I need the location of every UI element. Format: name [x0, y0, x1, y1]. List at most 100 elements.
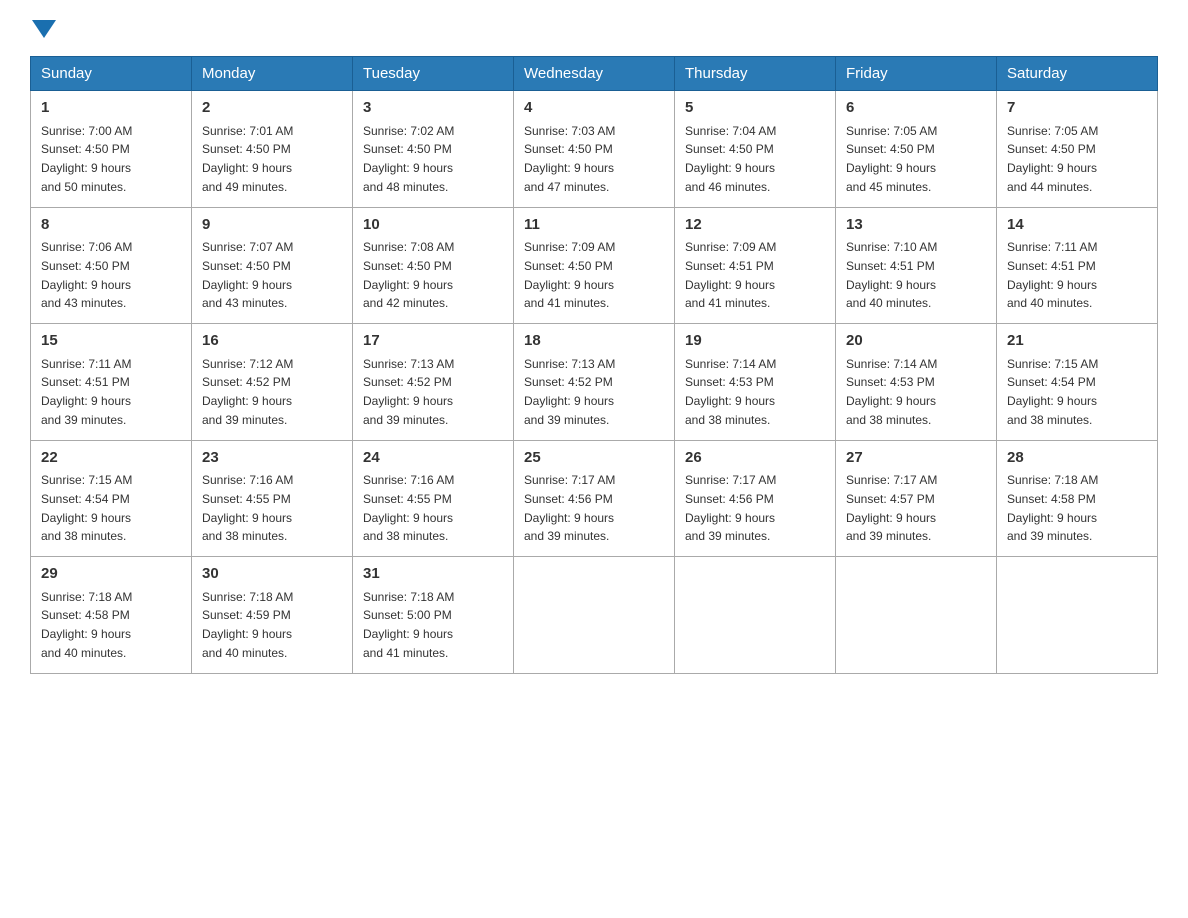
day-number: 6: [846, 97, 986, 120]
day-info: Sunrise: 7:14 AMSunset: 4:53 PMDaylight:…: [846, 357, 937, 427]
calendar-cell: 24 Sunrise: 7:16 AMSunset: 4:55 PMDaylig…: [353, 440, 514, 557]
calendar-cell: 16 Sunrise: 7:12 AMSunset: 4:52 PMDaylig…: [192, 324, 353, 441]
calendar-cell: 8 Sunrise: 7:06 AMSunset: 4:50 PMDayligh…: [31, 207, 192, 324]
day-number: 15: [41, 330, 181, 353]
day-number: 10: [363, 214, 503, 237]
calendar-cell: 30 Sunrise: 7:18 AMSunset: 4:59 PMDaylig…: [192, 557, 353, 674]
calendar-week-4: 22 Sunrise: 7:15 AMSunset: 4:54 PMDaylig…: [31, 440, 1158, 557]
weekday-header-row: SundayMondayTuesdayWednesdayThursdayFrid…: [31, 57, 1158, 91]
weekday-header-monday: Monday: [192, 57, 353, 91]
day-info: Sunrise: 7:11 AMSunset: 4:51 PMDaylight:…: [41, 357, 132, 427]
logo-triangle-icon: [32, 20, 56, 38]
calendar-cell: [836, 557, 997, 674]
calendar-table: SundayMondayTuesdayWednesdayThursdayFrid…: [30, 56, 1158, 674]
day-info: Sunrise: 7:13 AMSunset: 4:52 PMDaylight:…: [524, 357, 615, 427]
day-info: Sunrise: 7:07 AMSunset: 4:50 PMDaylight:…: [202, 240, 293, 310]
day-number: 30: [202, 563, 342, 586]
day-number: 17: [363, 330, 503, 353]
day-number: 8: [41, 214, 181, 237]
day-number: 23: [202, 447, 342, 470]
day-number: 1: [41, 97, 181, 120]
day-info: Sunrise: 7:01 AMSunset: 4:50 PMDaylight:…: [202, 124, 293, 194]
day-info: Sunrise: 7:05 AMSunset: 4:50 PMDaylight:…: [846, 124, 937, 194]
calendar-cell: 6 Sunrise: 7:05 AMSunset: 4:50 PMDayligh…: [836, 91, 997, 208]
calendar-week-1: 1 Sunrise: 7:00 AMSunset: 4:50 PMDayligh…: [31, 91, 1158, 208]
weekday-header-sunday: Sunday: [31, 57, 192, 91]
day-number: 21: [1007, 330, 1147, 353]
day-info: Sunrise: 7:18 AMSunset: 5:00 PMDaylight:…: [363, 590, 454, 660]
page-header: [30, 20, 1158, 38]
day-info: Sunrise: 7:10 AMSunset: 4:51 PMDaylight:…: [846, 240, 937, 310]
calendar-cell: 2 Sunrise: 7:01 AMSunset: 4:50 PMDayligh…: [192, 91, 353, 208]
day-info: Sunrise: 7:18 AMSunset: 4:58 PMDaylight:…: [41, 590, 132, 660]
calendar-cell: 15 Sunrise: 7:11 AMSunset: 4:51 PMDaylig…: [31, 324, 192, 441]
calendar-cell: 13 Sunrise: 7:10 AMSunset: 4:51 PMDaylig…: [836, 207, 997, 324]
calendar-week-5: 29 Sunrise: 7:18 AMSunset: 4:58 PMDaylig…: [31, 557, 1158, 674]
weekday-header-friday: Friday: [836, 57, 997, 91]
day-number: 16: [202, 330, 342, 353]
calendar-week-3: 15 Sunrise: 7:11 AMSunset: 4:51 PMDaylig…: [31, 324, 1158, 441]
day-info: Sunrise: 7:15 AMSunset: 4:54 PMDaylight:…: [1007, 357, 1098, 427]
day-info: Sunrise: 7:17 AMSunset: 4:56 PMDaylight:…: [524, 473, 615, 543]
day-info: Sunrise: 7:08 AMSunset: 4:50 PMDaylight:…: [363, 240, 454, 310]
calendar-cell: 9 Sunrise: 7:07 AMSunset: 4:50 PMDayligh…: [192, 207, 353, 324]
calendar-cell: 10 Sunrise: 7:08 AMSunset: 4:50 PMDaylig…: [353, 207, 514, 324]
calendar-cell: 18 Sunrise: 7:13 AMSunset: 4:52 PMDaylig…: [514, 324, 675, 441]
day-number: 3: [363, 97, 503, 120]
calendar-cell: 21 Sunrise: 7:15 AMSunset: 4:54 PMDaylig…: [997, 324, 1158, 441]
calendar-cell: 17 Sunrise: 7:13 AMSunset: 4:52 PMDaylig…: [353, 324, 514, 441]
day-info: Sunrise: 7:15 AMSunset: 4:54 PMDaylight:…: [41, 473, 132, 543]
calendar-cell: 14 Sunrise: 7:11 AMSunset: 4:51 PMDaylig…: [997, 207, 1158, 324]
calendar-cell: 12 Sunrise: 7:09 AMSunset: 4:51 PMDaylig…: [675, 207, 836, 324]
day-number: 2: [202, 97, 342, 120]
day-number: 18: [524, 330, 664, 353]
calendar-cell: [514, 557, 675, 674]
day-number: 4: [524, 97, 664, 120]
day-info: Sunrise: 7:13 AMSunset: 4:52 PMDaylight:…: [363, 357, 454, 427]
day-info: Sunrise: 7:14 AMSunset: 4:53 PMDaylight:…: [685, 357, 776, 427]
day-info: Sunrise: 7:17 AMSunset: 4:56 PMDaylight:…: [685, 473, 776, 543]
calendar-week-2: 8 Sunrise: 7:06 AMSunset: 4:50 PMDayligh…: [31, 207, 1158, 324]
logo: [30, 20, 58, 38]
day-number: 27: [846, 447, 986, 470]
calendar-cell: 29 Sunrise: 7:18 AMSunset: 4:58 PMDaylig…: [31, 557, 192, 674]
day-number: 29: [41, 563, 181, 586]
day-number: 25: [524, 447, 664, 470]
day-info: Sunrise: 7:03 AMSunset: 4:50 PMDaylight:…: [524, 124, 615, 194]
day-info: Sunrise: 7:11 AMSunset: 4:51 PMDaylight:…: [1007, 240, 1098, 310]
day-number: 28: [1007, 447, 1147, 470]
day-info: Sunrise: 7:12 AMSunset: 4:52 PMDaylight:…: [202, 357, 293, 427]
calendar-cell: 28 Sunrise: 7:18 AMSunset: 4:58 PMDaylig…: [997, 440, 1158, 557]
day-number: 9: [202, 214, 342, 237]
day-info: Sunrise: 7:18 AMSunset: 4:58 PMDaylight:…: [1007, 473, 1098, 543]
calendar-cell: 7 Sunrise: 7:05 AMSunset: 4:50 PMDayligh…: [997, 91, 1158, 208]
day-info: Sunrise: 7:05 AMSunset: 4:50 PMDaylight:…: [1007, 124, 1098, 194]
calendar-cell: 22 Sunrise: 7:15 AMSunset: 4:54 PMDaylig…: [31, 440, 192, 557]
calendar-cell: 23 Sunrise: 7:16 AMSunset: 4:55 PMDaylig…: [192, 440, 353, 557]
day-info: Sunrise: 7:17 AMSunset: 4:57 PMDaylight:…: [846, 473, 937, 543]
calendar-cell: 4 Sunrise: 7:03 AMSunset: 4:50 PMDayligh…: [514, 91, 675, 208]
calendar-cell: 11 Sunrise: 7:09 AMSunset: 4:50 PMDaylig…: [514, 207, 675, 324]
calendar-cell: [997, 557, 1158, 674]
day-number: 12: [685, 214, 825, 237]
day-info: Sunrise: 7:00 AMSunset: 4:50 PMDaylight:…: [41, 124, 132, 194]
day-info: Sunrise: 7:09 AMSunset: 4:51 PMDaylight:…: [685, 240, 776, 310]
day-number: 5: [685, 97, 825, 120]
day-info: Sunrise: 7:16 AMSunset: 4:55 PMDaylight:…: [202, 473, 293, 543]
day-info: Sunrise: 7:06 AMSunset: 4:50 PMDaylight:…: [41, 240, 132, 310]
weekday-header-saturday: Saturday: [997, 57, 1158, 91]
calendar-cell: 3 Sunrise: 7:02 AMSunset: 4:50 PMDayligh…: [353, 91, 514, 208]
day-number: 24: [363, 447, 503, 470]
weekday-header-thursday: Thursday: [675, 57, 836, 91]
day-number: 13: [846, 214, 986, 237]
day-number: 19: [685, 330, 825, 353]
day-number: 11: [524, 214, 664, 237]
day-number: 7: [1007, 97, 1147, 120]
day-info: Sunrise: 7:02 AMSunset: 4:50 PMDaylight:…: [363, 124, 454, 194]
day-number: 31: [363, 563, 503, 586]
day-info: Sunrise: 7:09 AMSunset: 4:50 PMDaylight:…: [524, 240, 615, 310]
day-info: Sunrise: 7:04 AMSunset: 4:50 PMDaylight:…: [685, 124, 776, 194]
calendar-cell: 31 Sunrise: 7:18 AMSunset: 5:00 PMDaylig…: [353, 557, 514, 674]
calendar-cell: 1 Sunrise: 7:00 AMSunset: 4:50 PMDayligh…: [31, 91, 192, 208]
day-number: 22: [41, 447, 181, 470]
